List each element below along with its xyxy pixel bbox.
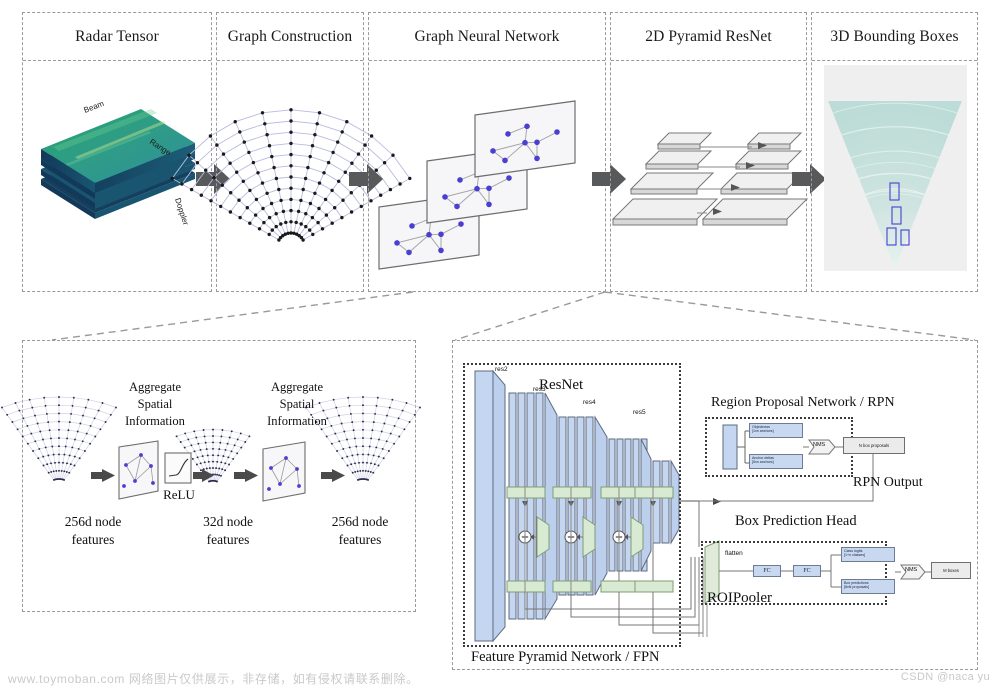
stage-bounding-boxes: 3D Bounding Boxes <box>811 12 978 292</box>
caption-input-nodes-line1: 256d node <box>64 514 122 529</box>
stage-pyramid-resnet: 2D Pyramid ResNet <box>610 12 809 292</box>
stage-graph-construction-body <box>170 61 412 291</box>
rpn-anchor-deltas-line2: [5xn anchors] <box>752 460 774 465</box>
arrow-shaft <box>349 172 369 186</box>
box-predictions-box: Box predictions [8xN proposals] <box>841 579 895 594</box>
aggregate-title-1-line3: Information <box>125 414 185 428</box>
box-head-output-label: M boxes <box>943 568 959 573</box>
box-head-nms-label: NMS <box>905 567 918 573</box>
polar-graph-illustration <box>170 108 412 242</box>
rpn-title: Region Proposal Network / RPN <box>711 395 895 410</box>
rpn-proposals-box: N box proposals <box>843 437 905 454</box>
roipooler-label: ROIPooler <box>707 590 772 606</box>
aggregate-title-2: Aggregate Spatial Information <box>267 379 327 430</box>
watermark-left: www.toymoban.com 网络图片仅供展示，非存储，如有侵权请联系删除。 <box>8 672 419 686</box>
arrow-shaft <box>792 172 812 186</box>
backbone-dotted-box <box>463 363 681 647</box>
stage-graph-neural-network: Graph Neural Network <box>368 12 606 292</box>
caption-hidden-nodes-line2: features <box>206 532 250 547</box>
stage-graph-neural-network-label: Graph Neural Network <box>414 27 560 45</box>
axis-label-doppler: Doppler <box>173 197 190 227</box>
relu-tile <box>164 452 192 484</box>
rpn-objectness-box: Objectness [1xn anchors] <box>749 423 803 438</box>
caption-hidden-nodes: 32d node features <box>203 513 253 549</box>
pipeline-row: Radar Tensor Beam Range Doppler Graph Co… <box>22 12 978 292</box>
resnet-stage-res4: res4 <box>583 399 596 406</box>
box-head-title: Box Prediction Head <box>735 513 857 529</box>
arrow-shaft <box>592 172 612 186</box>
pyramid-illustration <box>611 132 809 226</box>
gnn-detail-illustration <box>1 396 421 502</box>
detector-detail-panel: ResNet res2 res3 res4 res5 Feature Pyram… <box>452 340 978 670</box>
caption-input-nodes: 256d node features <box>65 513 122 549</box>
stage-graph-construction: Graph Construction <box>170 12 412 292</box>
gnn-graph-tile-1 <box>118 440 159 500</box>
gnn-graph-tile-2 <box>262 441 306 502</box>
stage-pyramid-resnet-header: 2D Pyramid ResNet <box>611 13 806 61</box>
box-head-fc1: FC <box>753 565 781 577</box>
figure-canvas: Radar Tensor Beam Range Doppler Graph Co… <box>0 0 1000 690</box>
stage-radar-tensor-body: Beam Range Doppler <box>23 61 211 291</box>
box-predictions-line2: [8xN proposals] <box>844 585 869 590</box>
stage-bounding-boxes-header: 3D Bounding Boxes <box>812 13 977 61</box>
box-head-fc2: FC <box>793 565 821 577</box>
stage-graph-construction-header: Graph Construction <box>217 13 363 61</box>
box-head-output: M boxes <box>931 562 971 579</box>
resnet-stage-res5: res5 <box>633 409 646 416</box>
radar-tensor-illustration: Beam Range Doppler <box>41 99 195 227</box>
stage-pyramid-resnet-label: 2D Pyramid ResNet <box>645 27 772 45</box>
aggregate-title-2-line2: Spatial <box>279 397 315 411</box>
box-head-fc2-label: FC <box>803 568 811 574</box>
fpn-title: Feature Pyramid Network / FPN <box>471 649 660 665</box>
aggregate-title-1-line1: Aggregate <box>128 380 182 394</box>
class-logits-box: Class logits [1+n classes] <box>841 547 895 562</box>
stage-radar-tensor-header: Radar Tensor <box>23 13 211 61</box>
caption-output-nodes-line2: features <box>338 532 382 547</box>
stage-graph-construction-label: Graph Construction <box>227 27 353 45</box>
box-head-fc1-label: FC <box>763 568 771 574</box>
axis-label-beam: Beam <box>82 99 105 115</box>
rpn-nms-label: NMS <box>813 442 826 448</box>
rpn-anchor-deltas-box: Anchor deltas [5xn anchors] <box>749 454 803 469</box>
gnn-detail-panel: Aggregate Spatial Information Aggregate … <box>1 340 421 612</box>
aggregate-title-2-line3: Information <box>267 414 327 428</box>
stage-graph-neural-network-header: Graph Neural Network <box>369 13 605 61</box>
graph-planes-illustration <box>378 100 576 270</box>
caption-hidden-nodes-line1: 32d node <box>203 514 253 529</box>
relu-label: ReLU <box>163 487 195 502</box>
resnet-stage-res2: res2 <box>495 366 508 373</box>
watermark-right: CSDN @naca yu <box>900 671 990 683</box>
stage-bounding-boxes-label: 3D Bounding Boxes <box>830 27 959 45</box>
stage-bounding-boxes-body <box>812 61 977 291</box>
flatten-label: flatten <box>725 550 743 557</box>
aggregate-title-1: Aggregate Spatial Information <box>125 379 185 430</box>
caption-output-nodes-line1: 256d node <box>331 514 389 529</box>
caption-input-nodes-line2: features <box>71 532 115 547</box>
stage-pyramid-resnet-body <box>611 61 809 291</box>
class-logits-line2: [1+n classes] <box>844 553 866 558</box>
rpn-objectness-line2: [1xn anchors] <box>752 429 774 434</box>
radar-detection-image <box>824 65 967 271</box>
aggregate-title-1-line2: Spatial <box>137 397 173 411</box>
stage-radar-tensor-label: Radar Tensor <box>75 27 159 45</box>
stage-graph-neural-network-body <box>369 61 605 291</box>
aggregate-title-2-line1: Aggregate <box>270 380 324 394</box>
stage-radar-tensor: Radar Tensor Beam Range Doppler <box>22 12 212 292</box>
resnet-stage-res3: res3 <box>533 386 546 393</box>
rpn-proposals-label: N box proposals <box>858 443 890 448</box>
caption-output-nodes: 256d node features <box>332 513 389 549</box>
rpn-output-label: RPN Output <box>853 475 923 490</box>
